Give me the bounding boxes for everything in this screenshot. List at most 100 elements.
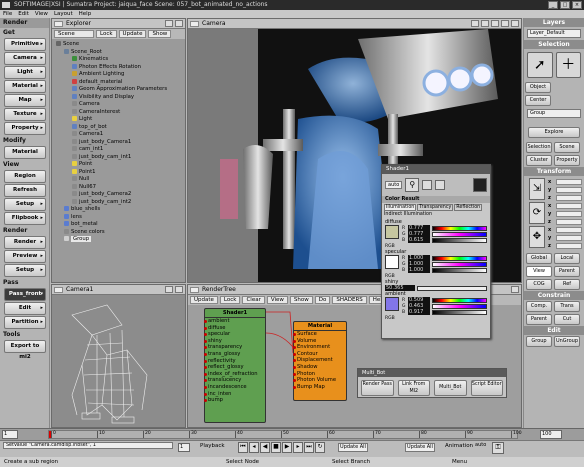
update-all-button-2[interactable]: Update All <box>405 443 435 452</box>
selection-button[interactable]: Selection <box>526 142 552 153</box>
update-all-button[interactable]: Update All <box>338 443 368 452</box>
camera-button[interactable]: Camera ▸ <box>4 52 46 65</box>
translate-icon[interactable]: ✥ <box>529 226 545 248</box>
close-button[interactable]: × <box>572 1 582 9</box>
axis-label[interactable]: x <box>548 179 554 185</box>
ambient-swatch[interactable] <box>385 297 399 311</box>
auto-key-toggle[interactable]: auto <box>475 442 486 448</box>
region-button[interactable]: Region <box>4 170 46 183</box>
refresh-icon[interactable] <box>435 180 446 190</box>
material-port[interactable]: Bump Map <box>293 384 346 391</box>
comp-button[interactable]: Comp. <box>526 301 552 312</box>
tree-item[interactable]: Null <box>52 176 185 184</box>
loop-icon[interactable]: ↻ <box>315 442 325 453</box>
material-button[interactable]: Material ▸ <box>4 80 46 93</box>
light-button[interactable]: Light ▸ <box>4 66 46 79</box>
parent-ref-button[interactable]: Parent <box>554 266 580 277</box>
timeline-ruler[interactable]: 0 10 20 30 40 50 60 70 80 90 100 <box>48 430 522 439</box>
menu-view[interactable]: View <box>35 10 48 18</box>
tree-item[interactable]: default_material <box>52 78 185 87</box>
camera1-menu-icon[interactable] <box>54 287 63 293</box>
channel-slider[interactable] <box>432 303 487 309</box>
camera1-shading-icon[interactable] <box>165 286 173 293</box>
explore-button[interactable]: Explore <box>528 127 580 138</box>
object-button[interactable]: Object <box>525 82 551 93</box>
tree-item[interactable]: just_body_Camera1 <box>52 138 185 147</box>
group-field[interactable]: Group <box>527 109 581 118</box>
link-from-mi2-button[interactable]: Link From MI2 <box>397 380 430 396</box>
tree-item[interactable]: Scene colors <box>52 228 185 237</box>
rt-show-button[interactable]: Show <box>289 296 313 304</box>
global-button[interactable]: Global <box>526 253 552 264</box>
script-editor-button[interactable]: Script Editor <box>470 380 503 396</box>
ref-button[interactable]: Ref <box>554 279 580 290</box>
tree-item[interactable]: blue_shells <box>52 206 185 214</box>
local-button[interactable]: Local <box>554 253 580 264</box>
channel-value-field[interactable]: 0.917 <box>408 309 430 315</box>
shader-port[interactable]: diffuse <box>204 325 265 332</box>
panel-maximize-button[interactable] <box>165 20 173 27</box>
tree-item[interactable]: Visibility and Display <box>52 93 185 102</box>
command-line[interactable]: SetValue "Camera.camdisp.inbset", 1 <box>3 442 173 449</box>
goto-end-icon[interactable]: ⏭ <box>304 442 314 453</box>
layer-dropdown[interactable]: Layer_Default <box>527 29 581 38</box>
camera1-maximize-icon[interactable] <box>175 286 183 293</box>
prev-key-icon[interactable]: ◂ <box>249 442 259 453</box>
explorer-lock-button[interactable]: Lock <box>96 30 117 38</box>
tree-item[interactable]: cam_int1 <box>52 146 185 154</box>
material-port[interactable]: Photon <box>293 371 346 378</box>
refresh-button[interactable]: Refresh <box>4 184 46 197</box>
menu-file[interactable]: File <box>3 10 12 18</box>
ungroup-button[interactable]: UnGroup <box>554 336 580 347</box>
tree-item[interactable]: Camera <box>52 101 185 109</box>
tree-item[interactable]: bot_metal <box>52 221 185 229</box>
tab-transparency[interactable]: Transparency <box>417 204 454 211</box>
channel-slider[interactable] <box>432 267 487 273</box>
minimize-button[interactable]: _ <box>548 1 558 9</box>
export-mi2-button[interactable]: Export to mi2 <box>4 340 46 360</box>
tree-item[interactable]: Geom Approximation Parameters <box>52 86 185 94</box>
axis-value-field[interactable] <box>556 235 582 241</box>
auto-toggle[interactable]: auto <box>385 181 403 189</box>
specular-swatch[interactable] <box>385 255 399 269</box>
panel-close-button[interactable] <box>175 20 183 27</box>
timeline-start-field[interactable]: 1 <box>2 430 18 439</box>
cluster-button[interactable]: Cluster <box>526 155 552 166</box>
shader-port[interactable]: incandescence <box>204 384 265 391</box>
shader-port[interactable]: bump <box>204 397 265 404</box>
select-arrow-icon[interactable]: ➚ <box>527 52 553 78</box>
shader-port[interactable]: reflectivity <box>204 358 265 365</box>
shader-port[interactable]: trans_glossy <box>204 351 265 358</box>
tree-item[interactable]: Null67 <box>52 183 185 192</box>
axis-label[interactable]: z <box>548 243 554 249</box>
flipbook-button[interactable]: Flipbook ▸ <box>4 212 46 225</box>
tree-item[interactable]: top_of_bot <box>52 123 185 132</box>
rt-lock-button[interactable]: Lock <box>219 296 241 304</box>
map-button[interactable]: Map ▸ <box>4 94 46 107</box>
next-key-icon[interactable]: ▸ <box>293 442 303 453</box>
shader-port[interactable]: ambient <box>204 318 265 325</box>
material-node[interactable]: Material Surface Volume Environment Contour… <box>293 321 347 401</box>
material-port[interactable]: Displacement <box>293 357 346 364</box>
channel-slider[interactable] <box>432 231 487 237</box>
render-module-header[interactable]: Render <box>0 18 49 28</box>
menu-edit[interactable]: Edit <box>18 10 29 18</box>
multibot-button[interactable]: Multi_Bot <box>434 380 467 396</box>
viewport-menu-icon[interactable] <box>190 21 199 27</box>
channel-value-field[interactable]: 0.615 <box>408 237 430 243</box>
scene-button[interactable]: Scene <box>554 142 580 153</box>
shader-port[interactable]: translucency <box>204 377 265 384</box>
tree-item[interactable]: Light <box>52 116 185 124</box>
explorer-show-button[interactable]: Show <box>148 30 172 38</box>
axis-value-field[interactable] <box>556 227 582 233</box>
channel-slider[interactable] <box>432 297 487 303</box>
tree-item[interactable]: Ambient Lighting <box>52 71 185 79</box>
rt-view-button[interactable]: View <box>266 296 288 304</box>
channel-value-field[interactable]: 1.000 <box>408 267 430 273</box>
axis-value-field[interactable] <box>556 179 582 185</box>
diffuse-swatch[interactable] <box>385 225 399 239</box>
rt-clear-button[interactable]: Clear <box>242 296 265 304</box>
material-port[interactable]: Photon Volume <box>293 377 346 384</box>
render-pass-button[interactable]: Render Pass <box>361 380 394 396</box>
rt-do-button[interactable]: Do <box>314 296 331 304</box>
